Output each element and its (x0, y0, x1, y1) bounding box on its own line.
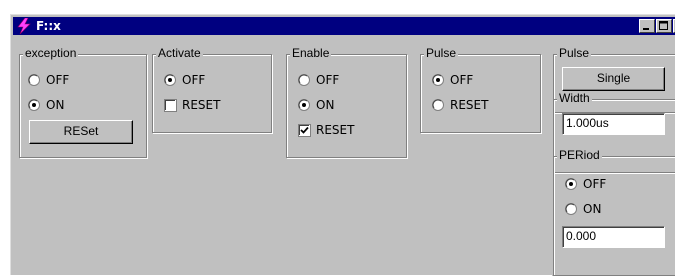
enable-off-label: OFF (316, 73, 340, 87)
checkbox-checked-icon (298, 124, 311, 137)
activate-off-label: OFF (182, 73, 206, 87)
pulse-mode-group: Pulse OFF RESET (420, 46, 541, 133)
exception-legend: exception (23, 46, 79, 61)
window-title: F::x (36, 19, 61, 33)
radio-selected-icon (565, 178, 577, 190)
pulse-mode-legend: Pulse (424, 46, 459, 61)
exception-group: exception OFF ON RESet (19, 46, 147, 158)
period-on-label: ON (583, 202, 602, 216)
radio-selected-icon (164, 74, 176, 86)
enable-legend: Enable (290, 46, 332, 61)
width-field[interactable]: 1.000us (562, 113, 665, 135)
period-field[interactable]: 0.000 (562, 226, 665, 248)
maximize-button[interactable] (656, 19, 672, 33)
enable-reset-label: RESET (316, 123, 355, 137)
radio-unselected-icon (565, 203, 577, 215)
radio-selected-icon (28, 99, 40, 111)
exception-reset-button[interactable]: RESet (29, 120, 133, 144)
pulse-legend: Pulse (557, 46, 592, 61)
pulse-mode-reset-label: RESET (450, 98, 489, 112)
activate-legend: Activate (156, 46, 203, 61)
radio-selected-icon (432, 74, 444, 86)
width-legend: Width (557, 91, 592, 106)
single-button[interactable]: Single (562, 67, 665, 91)
enable-group: Enable OFF ON RESET (286, 46, 407, 158)
activate-group: Activate OFF RESET (152, 46, 272, 133)
window: F::x exception OFF ON RESet Activate OFF… (10, 14, 675, 276)
radio-unselected-icon (298, 74, 310, 86)
pulse-mode-off-label: OFF (450, 73, 474, 87)
period-group: PERiod OFF ON 0.000 (553, 148, 675, 276)
radio-unselected-icon (28, 74, 40, 86)
period-legend: PERiod (557, 148, 602, 163)
period-off-label: OFF (583, 177, 607, 191)
radio-unselected-icon (432, 99, 444, 111)
lightning-app-icon (17, 18, 31, 34)
exception-off-label: OFF (46, 73, 70, 87)
activate-reset-label: RESET (182, 98, 221, 112)
radio-selected-icon (298, 99, 310, 111)
exception-on-label: ON (46, 98, 65, 112)
maximize-icon (659, 21, 668, 30)
title-bar[interactable]: F::x (13, 17, 675, 35)
minimize-icon (643, 28, 649, 30)
enable-on-label: ON (316, 98, 335, 112)
checkbox-unchecked-icon (164, 99, 177, 112)
minimize-button[interactable] (639, 19, 655, 33)
